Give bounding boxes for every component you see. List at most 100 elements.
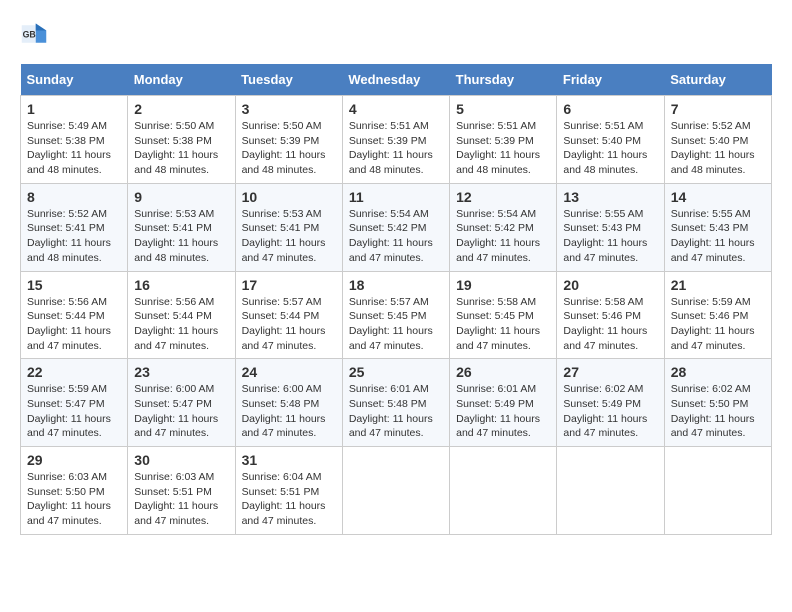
day-cell-23: 23 Sunrise: 6:00 AM Sunset: 5:47 PM Dayli… [128,359,235,447]
weekday-header-friday: Friday [557,64,664,96]
day-cell-5: 5 Sunrise: 5:51 AM Sunset: 5:39 PM Daylig… [450,96,557,184]
day-number: 28 [671,364,765,380]
empty-cell [557,447,664,535]
week-row-4: 22 Sunrise: 5:59 AM Sunset: 5:47 PM Dayli… [21,359,772,447]
day-cell-27: 27 Sunrise: 6:02 AM Sunset: 5:49 PM Dayli… [557,359,664,447]
day-cell-25: 25 Sunrise: 6:01 AM Sunset: 5:48 PM Dayli… [342,359,449,447]
day-info: Sunrise: 5:55 AM Sunset: 5:43 PM Dayligh… [563,207,657,266]
page-header: GB [20,20,772,48]
day-number: 3 [242,101,336,117]
day-number: 4 [349,101,443,117]
day-info: Sunrise: 6:03 AM Sunset: 5:51 PM Dayligh… [134,470,228,529]
day-number: 17 [242,277,336,293]
day-info: Sunrise: 5:51 AM Sunset: 5:39 PM Dayligh… [349,119,443,178]
day-number: 25 [349,364,443,380]
day-number: 1 [27,101,121,117]
day-info: Sunrise: 5:50 AM Sunset: 5:38 PM Dayligh… [134,119,228,178]
day-number: 12 [456,189,550,205]
svg-text:GB: GB [23,30,36,40]
day-info: Sunrise: 5:57 AM Sunset: 5:45 PM Dayligh… [349,295,443,354]
day-info: Sunrise: 5:50 AM Sunset: 5:39 PM Dayligh… [242,119,336,178]
day-cell-4: 4 Sunrise: 5:51 AM Sunset: 5:39 PM Daylig… [342,96,449,184]
day-number: 2 [134,101,228,117]
weekday-header-sunday: Sunday [21,64,128,96]
day-info: Sunrise: 6:01 AM Sunset: 5:49 PM Dayligh… [456,382,550,441]
day-cell-21: 21Sunrise: 5:59 AM Sunset: 5:46 PM Dayli… [664,271,771,359]
week-row-2: 8Sunrise: 5:52 AM Sunset: 5:41 PM Daylig… [21,183,772,271]
day-cell-10: 10 Sunrise: 5:53 AM Sunset: 5:41 PM Dayli… [235,183,342,271]
day-number: 29 [27,452,121,468]
day-info: Sunrise: 5:54 AM Sunset: 5:42 PM Dayligh… [349,207,443,266]
day-info: Sunrise: 6:04 AM Sunset: 5:51 PM Dayligh… [242,470,336,529]
day-info: Sunrise: 6:00 AM Sunset: 5:47 PM Dayligh… [134,382,228,441]
day-cell-28: 28Sunrise: 6:02 AM Sunset: 5:50 PM Dayli… [664,359,771,447]
day-cell-26: 26 Sunrise: 6:01 AM Sunset: 5:49 PM Dayli… [450,359,557,447]
weekday-header-wednesday: Wednesday [342,64,449,96]
day-number: 30 [134,452,228,468]
day-number: 10 [242,189,336,205]
day-number: 22 [27,364,121,380]
day-cell-13: 13 Sunrise: 5:55 AM Sunset: 5:43 PM Dayli… [557,183,664,271]
empty-cell [450,447,557,535]
day-cell-18: 18 Sunrise: 5:57 AM Sunset: 5:45 PM Dayli… [342,271,449,359]
day-cell-14: 14Sunrise: 5:55 AM Sunset: 5:43 PM Dayli… [664,183,771,271]
day-info: Sunrise: 5:51 AM Sunset: 5:39 PM Dayligh… [456,119,550,178]
calendar-table: SundayMondayTuesdayWednesdayThursdayFrid… [20,64,772,535]
day-info: Sunrise: 5:56 AM Sunset: 5:44 PM Dayligh… [27,295,121,354]
weekday-header-monday: Monday [128,64,235,96]
day-cell-6: 6Sunrise: 5:51 AM Sunset: 5:40 PM Daylig… [557,96,664,184]
day-cell-30: 30 Sunrise: 6:03 AM Sunset: 5:51 PM Dayli… [128,447,235,535]
day-number: 19 [456,277,550,293]
day-number: 31 [242,452,336,468]
day-number: 11 [349,189,443,205]
week-row-1: 1 Sunrise: 5:49 AM Sunset: 5:38 PM Daylig… [21,96,772,184]
day-info: Sunrise: 6:02 AM Sunset: 5:49 PM Dayligh… [563,382,657,441]
day-cell-11: 11 Sunrise: 5:54 AM Sunset: 5:42 PM Dayli… [342,183,449,271]
day-info: Sunrise: 5:58 AM Sunset: 5:46 PM Dayligh… [563,295,657,354]
day-cell-15: 15 Sunrise: 5:56 AM Sunset: 5:44 PM Dayli… [21,271,128,359]
day-number: 16 [134,277,228,293]
day-number: 24 [242,364,336,380]
day-cell-22: 22 Sunrise: 5:59 AM Sunset: 5:47 PM Dayli… [21,359,128,447]
logo-icon: GB [20,20,48,48]
logo: GB [20,20,52,48]
day-cell-8: 8Sunrise: 5:52 AM Sunset: 5:41 PM Daylig… [21,183,128,271]
day-info: Sunrise: 6:03 AM Sunset: 5:50 PM Dayligh… [27,470,121,529]
weekday-header-row: SundayMondayTuesdayWednesdayThursdayFrid… [21,64,772,96]
day-info: Sunrise: 5:53 AM Sunset: 5:41 PM Dayligh… [134,207,228,266]
day-cell-19: 19 Sunrise: 5:58 AM Sunset: 5:45 PM Dayli… [450,271,557,359]
day-info: Sunrise: 5:54 AM Sunset: 5:42 PM Dayligh… [456,207,550,266]
day-info: Sunrise: 5:51 AM Sunset: 5:40 PM Dayligh… [563,119,657,178]
day-info: Sunrise: 5:49 AM Sunset: 5:38 PM Dayligh… [27,119,121,178]
week-row-5: 29 Sunrise: 6:03 AM Sunset: 5:50 PM Dayli… [21,447,772,535]
calendar-body: 1 Sunrise: 5:49 AM Sunset: 5:38 PM Daylig… [21,96,772,535]
day-number: 5 [456,101,550,117]
day-info: Sunrise: 5:52 AM Sunset: 5:40 PM Dayligh… [671,119,765,178]
day-number: 21 [671,277,765,293]
day-number: 27 [563,364,657,380]
day-number: 26 [456,364,550,380]
day-cell-29: 29 Sunrise: 6:03 AM Sunset: 5:50 PM Dayli… [21,447,128,535]
weekday-header-tuesday: Tuesday [235,64,342,96]
day-number: 7 [671,101,765,117]
day-cell-7: 7 Sunrise: 5:52 AM Sunset: 5:40 PM Daylig… [664,96,771,184]
empty-cell [342,447,449,535]
day-cell-17: 17Sunrise: 5:57 AM Sunset: 5:44 PM Dayli… [235,271,342,359]
day-info: Sunrise: 5:59 AM Sunset: 5:47 PM Dayligh… [27,382,121,441]
day-cell-12: 12 Sunrise: 5:54 AM Sunset: 5:42 PM Dayli… [450,183,557,271]
day-number: 18 [349,277,443,293]
day-cell-20: 20 Sunrise: 5:58 AM Sunset: 5:46 PM Dayli… [557,271,664,359]
day-info: Sunrise: 5:56 AM Sunset: 5:44 PM Dayligh… [134,295,228,354]
week-row-3: 15 Sunrise: 5:56 AM Sunset: 5:44 PM Dayli… [21,271,772,359]
day-number: 15 [27,277,121,293]
day-info: Sunrise: 6:01 AM Sunset: 5:48 PM Dayligh… [349,382,443,441]
day-info: Sunrise: 5:58 AM Sunset: 5:45 PM Dayligh… [456,295,550,354]
day-number: 9 [134,189,228,205]
day-number: 13 [563,189,657,205]
day-cell-2: 2 Sunrise: 5:50 AM Sunset: 5:38 PM Daylig… [128,96,235,184]
day-info: Sunrise: 5:53 AM Sunset: 5:41 PM Dayligh… [242,207,336,266]
day-info: Sunrise: 5:55 AM Sunset: 5:43 PM Dayligh… [671,207,765,266]
day-number: 20 [563,277,657,293]
day-number: 23 [134,364,228,380]
day-info: Sunrise: 6:00 AM Sunset: 5:48 PM Dayligh… [242,382,336,441]
